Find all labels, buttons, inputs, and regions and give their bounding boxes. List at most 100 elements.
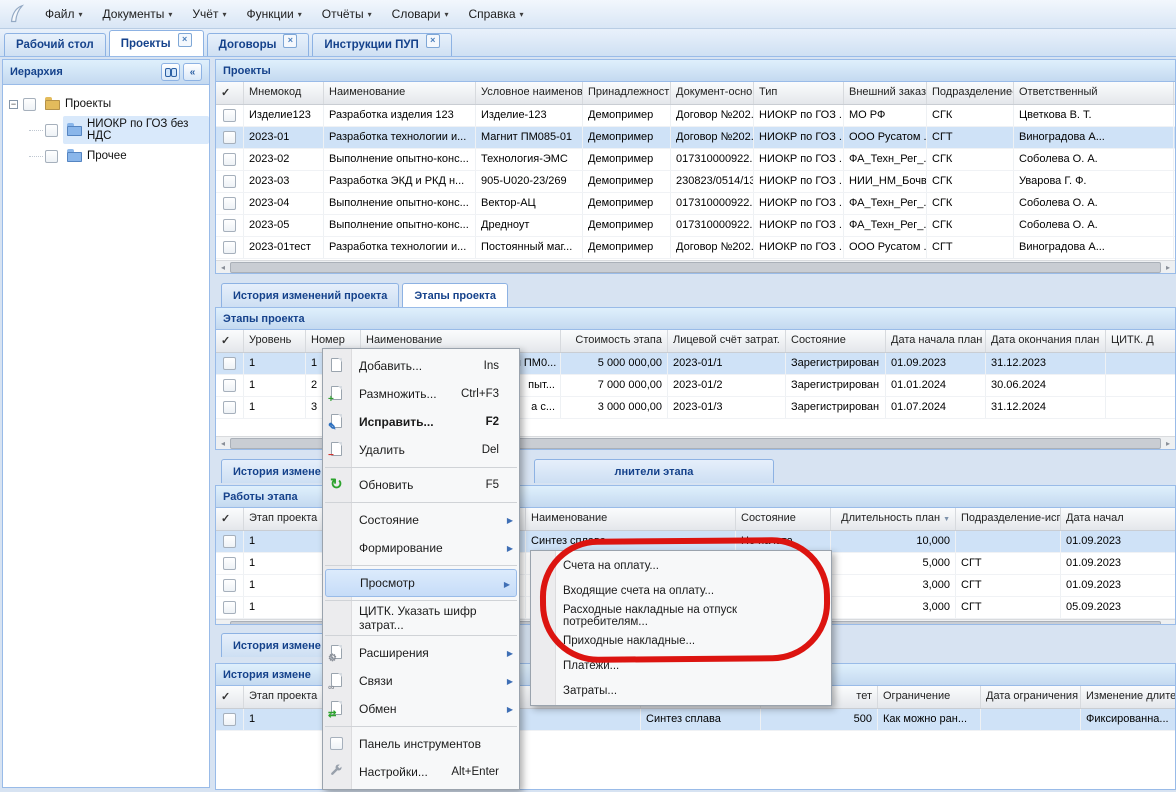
column-header[interactable]: Дата окончания план (986, 330, 1106, 352)
menubar-item[interactable]: Словари▾ (382, 3, 459, 25)
horizontal-scrollbar[interactable]: ◂ ▸ (216, 260, 1175, 273)
row-checkbox[interactable] (223, 153, 236, 166)
column-header[interactable]: Уровень (244, 330, 306, 352)
menubar-item[interactable]: Отчёты▾ (312, 3, 382, 25)
row-checkbox[interactable] (223, 401, 236, 414)
tree-item[interactable]: НИОКР по ГОЗ без НДС (3, 117, 209, 143)
panel-tab[interactable]: Этапы проекта (402, 283, 508, 307)
row-checkbox[interactable] (223, 175, 236, 188)
column-header[interactable]: Изменение длител (1081, 686, 1175, 708)
context-menu-item[interactable]: ⚙Расширения▶ (323, 639, 519, 667)
context-menu-item[interactable]: −УдалитьDel (323, 436, 519, 464)
scroll-right-icon[interactable]: ▸ (1161, 439, 1175, 448)
column-header[interactable]: Документ-основан (671, 82, 754, 104)
column-header[interactable]: Условное наименова (476, 82, 583, 104)
tree-item[interactable]: −Проекты (3, 91, 209, 117)
column-header[interactable]: Ответственный (1014, 82, 1174, 104)
menubar-item[interactable]: Функции▾ (236, 3, 311, 25)
column-header[interactable]: Мнемокод (244, 82, 324, 104)
row-checkbox[interactable] (223, 357, 236, 370)
close-tab-icon[interactable]: × (283, 34, 297, 48)
menubar-item[interactable]: Документы▾ (93, 3, 183, 25)
table-row[interactable]: 2023-03Разработка ЭКД и РКД н...905-U020… (216, 171, 1175, 193)
row-checkbox[interactable] (223, 197, 236, 210)
panel-tab[interactable]: История измене (221, 459, 333, 483)
context-menu-item[interactable]: Формирование▶ (323, 534, 519, 562)
context-menu-item[interactable]: ∞Связи▶ (323, 667, 519, 695)
column-header[interactable]: ✓ (216, 330, 244, 352)
scroll-right-icon[interactable]: ▸ (1161, 263, 1175, 272)
main-tab[interactable]: Договоры× (207, 33, 310, 56)
collapse-panel-icon[interactable]: « (183, 63, 202, 81)
panel-tab[interactable]: История изменений проекта (221, 283, 399, 307)
close-tab-icon[interactable]: × (426, 34, 440, 48)
column-header[interactable]: Наименование (324, 82, 476, 104)
main-tab[interactable]: Инструкции ПУП× (312, 33, 451, 56)
column-header[interactable]: Наименование (526, 508, 736, 530)
row-checkbox[interactable] (223, 109, 236, 122)
column-header[interactable]: ✓ (216, 508, 244, 530)
table-row[interactable]: Изделие123Разработка изделия 123Изделие-… (216, 105, 1175, 127)
column-header[interactable]: ЦИТК. Д (1106, 330, 1175, 352)
context-menu-item[interactable]: ↻ОбновитьF5 (323, 471, 519, 499)
row-checkbox[interactable] (223, 241, 236, 254)
panel-tab[interactable]: История измене (221, 633, 333, 657)
context-menu-item[interactable]: Состояние▶ (323, 506, 519, 534)
column-header[interactable]: Ограничение (878, 686, 981, 708)
main-tab[interactable]: Рабочий стол (4, 33, 106, 56)
column-header[interactable]: Состояние (736, 508, 831, 530)
scroll-left-icon[interactable]: ◂ (216, 439, 230, 448)
scroll-thumb[interactable] (230, 262, 1161, 273)
menubar-item[interactable]: Файл▾ (35, 3, 93, 25)
tree-checkbox[interactable] (23, 98, 36, 111)
row-checkbox[interactable] (223, 219, 236, 232)
tree-checkbox[interactable] (45, 150, 58, 163)
column-header[interactable]: Тип (754, 82, 844, 104)
close-tab-icon[interactable]: × (178, 33, 192, 47)
tree-expander-icon[interactable]: − (9, 100, 18, 109)
menubar-item[interactable]: Учёт▾ (182, 3, 236, 25)
scroll-left-icon[interactable]: ◂ (216, 622, 230, 626)
scroll-left-icon[interactable]: ◂ (216, 263, 230, 272)
row-checkbox[interactable] (223, 379, 236, 392)
context-menu-item[interactable]: Панель инструментов (323, 730, 519, 758)
main-tab[interactable]: Проекты× (109, 30, 204, 56)
context-menu-item[interactable]: Добавить...Ins (323, 352, 519, 380)
scroll-right-icon[interactable]: ▸ (1161, 622, 1175, 626)
column-header[interactable]: Принадлежность (583, 82, 671, 104)
column-header[interactable]: Дата ограничения (981, 686, 1081, 708)
context-menu-item[interactable]: Настройки...Alt+Enter (323, 758, 519, 786)
tree-checkbox[interactable] (45, 124, 58, 137)
column-header[interactable]: Дата начала план (886, 330, 986, 352)
search-icon[interactable] (161, 63, 180, 81)
column-header[interactable]: Состояние (786, 330, 886, 352)
column-header[interactable]: Длительность план▼ (831, 508, 956, 530)
row-checkbox[interactable] (223, 557, 236, 570)
context-menu-item[interactable]: ⇄Обмен▶ (323, 695, 519, 723)
context-menu-item[interactable]: ✎Исправить...F2 (323, 408, 519, 436)
row-checkbox[interactable] (223, 601, 236, 614)
column-header[interactable]: Стоимость этапа (561, 330, 668, 352)
submenu-item[interactable]: Затраты... (531, 678, 831, 703)
column-header[interactable]: Дата начал (1061, 508, 1175, 530)
menubar-item[interactable]: Справка▾ (458, 3, 533, 25)
row-checkbox[interactable] (223, 535, 236, 548)
tree-item[interactable]: Прочее (3, 143, 209, 169)
row-checkbox[interactable] (223, 131, 236, 144)
table-row[interactable]: 2023-01Разработка технологии и...Магнит … (216, 127, 1175, 149)
table-row[interactable]: 2023-01тестРазработка технологии и...Пос… (216, 237, 1175, 259)
column-header[interactable]: Лицевой счёт затрат. (668, 330, 786, 352)
panel-tab[interactable]: лнители этапа (534, 459, 774, 483)
context-menu-item[interactable]: +Размножить...Ctrl+F3 (323, 380, 519, 408)
row-checkbox[interactable] (223, 579, 236, 592)
context-menu-item[interactable]: ЦИТК. Указать шифр затрат... (323, 604, 519, 632)
table-row[interactable]: 2023-04Выполнение опытно-конс...Вектор-А… (216, 193, 1175, 215)
column-header[interactable]: Внешний заказчик (844, 82, 927, 104)
column-header[interactable]: ✓ (216, 82, 244, 104)
column-header[interactable]: ✓ (216, 686, 244, 708)
context-menu-item[interactable]: Просмотр▶ (325, 569, 517, 597)
column-header[interactable]: Подразделение-от (927, 82, 1014, 104)
row-checkbox[interactable] (223, 713, 236, 726)
table-row[interactable]: 2023-05Выполнение опытно-конс...Дредноут… (216, 215, 1175, 237)
column-header[interactable]: Подразделение-исполнитель.. (956, 508, 1061, 530)
